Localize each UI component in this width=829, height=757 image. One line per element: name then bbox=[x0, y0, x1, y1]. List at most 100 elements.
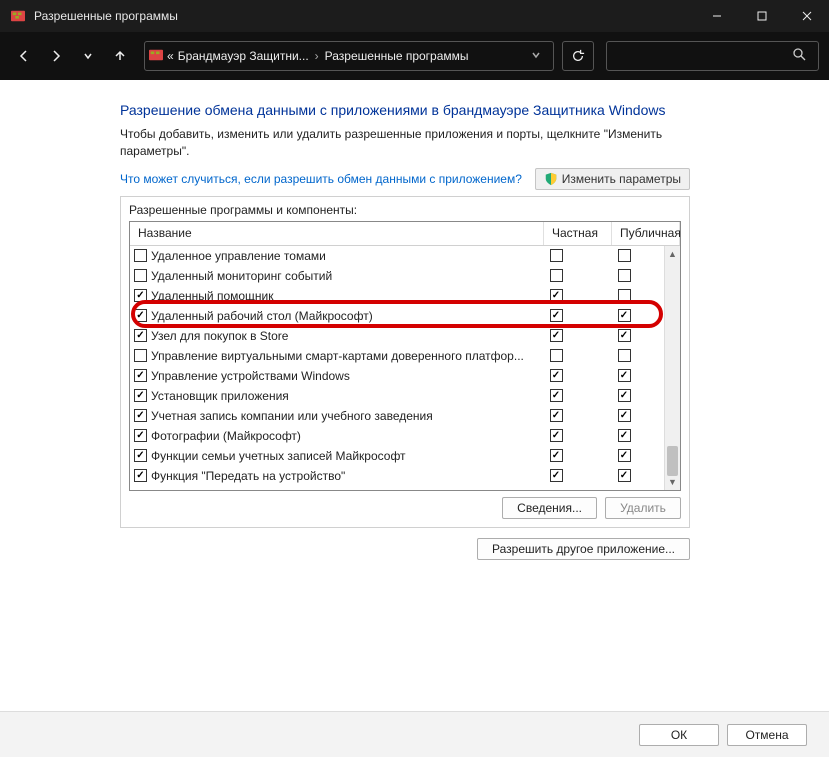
enable-checkbox[interactable] bbox=[134, 329, 147, 342]
private-checkbox[interactable] bbox=[550, 269, 563, 282]
public-cell bbox=[592, 469, 660, 482]
table-row[interactable]: Удаленный мониторинг событий bbox=[130, 266, 664, 286]
minimize-button[interactable] bbox=[694, 0, 739, 32]
table-header: Название Частная Публичная bbox=[130, 222, 680, 246]
table-row[interactable]: Удаленный рабочий стол (Майкрософт) bbox=[130, 306, 664, 326]
private-checkbox[interactable] bbox=[550, 369, 563, 382]
public-cell bbox=[592, 369, 660, 382]
table-row[interactable]: Удаленный помощник bbox=[130, 286, 664, 306]
private-checkbox[interactable] bbox=[550, 289, 563, 302]
enable-checkbox[interactable] bbox=[134, 389, 147, 402]
private-checkbox[interactable] bbox=[550, 249, 563, 262]
enable-checkbox[interactable] bbox=[134, 449, 147, 462]
scroll-down-icon[interactable]: ▼ bbox=[665, 474, 680, 490]
enable-checkbox[interactable] bbox=[134, 369, 147, 382]
address-dropdown[interactable] bbox=[523, 49, 549, 63]
table-row[interactable]: Установщик приложения bbox=[130, 386, 664, 406]
private-cell bbox=[524, 329, 592, 342]
group-label: Разрешенные программы и компоненты: bbox=[129, 203, 681, 217]
private-checkbox[interactable] bbox=[550, 329, 563, 342]
table-body: Удаленное управление томами Удаленный мон… bbox=[130, 246, 664, 490]
public-checkbox[interactable] bbox=[618, 469, 631, 482]
scrollbar-thumb[interactable] bbox=[667, 446, 678, 476]
ok-button[interactable]: ОК bbox=[639, 724, 719, 746]
table-row[interactable]: Узел для покупок в Store bbox=[130, 326, 664, 346]
public-checkbox[interactable] bbox=[618, 449, 631, 462]
enable-checkbox[interactable] bbox=[134, 349, 147, 362]
enable-checkbox[interactable] bbox=[134, 249, 147, 262]
address-bar[interactable]: « Брандмауэр Защитни... › Разрешенные пр… bbox=[144, 41, 554, 71]
table-row[interactable]: Управление виртуальными смарт-картами до… bbox=[130, 346, 664, 366]
change-settings-button[interactable]: Изменить параметры bbox=[535, 168, 690, 190]
enable-checkbox[interactable] bbox=[134, 289, 147, 302]
private-checkbox[interactable] bbox=[550, 409, 563, 422]
content-area: Разрешение обмена данными с приложениями… bbox=[0, 80, 829, 709]
help-link[interactable]: Что может случиться, если разрешить обме… bbox=[120, 172, 522, 186]
enable-checkbox[interactable] bbox=[134, 469, 147, 482]
table-row[interactable]: Управление устройствами Windows bbox=[130, 366, 664, 386]
private-cell bbox=[524, 269, 592, 282]
public-cell bbox=[592, 309, 660, 322]
enable-checkbox[interactable] bbox=[134, 309, 147, 322]
public-checkbox[interactable] bbox=[618, 409, 631, 422]
dialog-footer: ОК Отмена bbox=[0, 711, 829, 757]
row-name: Учетная запись компании или учебного зав… bbox=[151, 409, 524, 423]
search-box[interactable] bbox=[606, 41, 819, 71]
row-name: Удаленное управление томами bbox=[151, 249, 524, 263]
up-button[interactable] bbox=[106, 42, 134, 70]
private-cell bbox=[524, 409, 592, 422]
private-checkbox[interactable] bbox=[550, 389, 563, 402]
details-button[interactable]: Сведения... bbox=[502, 497, 597, 519]
table-row[interactable]: Фотографии (Майкрософт) bbox=[130, 426, 664, 446]
row-name: Функции семьи учетных записей Майкрософт bbox=[151, 449, 524, 463]
enable-checkbox[interactable] bbox=[134, 429, 147, 442]
refresh-button[interactable] bbox=[562, 41, 594, 71]
public-checkbox[interactable] bbox=[618, 249, 631, 262]
private-checkbox[interactable] bbox=[550, 449, 563, 462]
table-row[interactable]: Удаленное управление томами bbox=[130, 246, 664, 266]
allowed-apps-table: Название Частная Публичная Удаленное упр… bbox=[129, 221, 681, 491]
public-checkbox[interactable] bbox=[618, 309, 631, 322]
public-checkbox[interactable] bbox=[618, 429, 631, 442]
public-cell bbox=[592, 349, 660, 362]
page-headline: Разрешение обмена данными с приложениями… bbox=[120, 102, 680, 118]
search-icon bbox=[792, 47, 806, 66]
allowed-apps-group: Разрешенные программы и компоненты: Назв… bbox=[120, 196, 690, 528]
table-row[interactable]: Учетная запись компании или учебного зав… bbox=[130, 406, 664, 426]
breadcrumb-2[interactable]: Разрешенные программы bbox=[325, 49, 469, 63]
recent-dropdown[interactable] bbox=[74, 42, 102, 70]
cancel-button[interactable]: Отмена bbox=[727, 724, 807, 746]
navbar: « Брандмауэр Защитни... › Разрешенные пр… bbox=[0, 32, 829, 80]
scrollbar[interactable]: ▲ ▼ bbox=[664, 246, 680, 490]
back-button[interactable] bbox=[10, 42, 38, 70]
public-cell bbox=[592, 269, 660, 282]
public-checkbox[interactable] bbox=[618, 289, 631, 302]
col-public[interactable]: Публичная bbox=[612, 222, 680, 245]
delete-button[interactable]: Удалить bbox=[605, 497, 681, 519]
allow-another-button[interactable]: Разрешить другое приложение... bbox=[477, 538, 690, 560]
breadcrumb-1[interactable]: Брандмауэр Защитни... bbox=[178, 49, 309, 63]
maximize-button[interactable] bbox=[739, 0, 784, 32]
firewall-icon bbox=[149, 48, 163, 65]
enable-checkbox[interactable] bbox=[134, 409, 147, 422]
page-subtext: Чтобы добавить, изменить или удалить раз… bbox=[120, 126, 680, 160]
public-checkbox[interactable] bbox=[618, 329, 631, 342]
public-checkbox[interactable] bbox=[618, 389, 631, 402]
table-row[interactable]: Функция "Передать на устройство" bbox=[130, 466, 664, 486]
enable-checkbox[interactable] bbox=[134, 269, 147, 282]
close-button[interactable] bbox=[784, 0, 829, 32]
scroll-up-icon[interactable]: ▲ bbox=[665, 246, 680, 262]
col-name[interactable]: Название bbox=[130, 222, 544, 245]
private-checkbox[interactable] bbox=[550, 469, 563, 482]
private-checkbox[interactable] bbox=[550, 309, 563, 322]
private-cell bbox=[524, 349, 592, 362]
public-checkbox[interactable] bbox=[618, 369, 631, 382]
private-checkbox[interactable] bbox=[550, 429, 563, 442]
private-checkbox[interactable] bbox=[550, 349, 563, 362]
public-cell bbox=[592, 329, 660, 342]
public-checkbox[interactable] bbox=[618, 349, 631, 362]
table-row[interactable]: Функции семьи учетных записей Майкрософт bbox=[130, 446, 664, 466]
forward-button[interactable] bbox=[42, 42, 70, 70]
public-checkbox[interactable] bbox=[618, 269, 631, 282]
col-private[interactable]: Частная bbox=[544, 222, 612, 245]
